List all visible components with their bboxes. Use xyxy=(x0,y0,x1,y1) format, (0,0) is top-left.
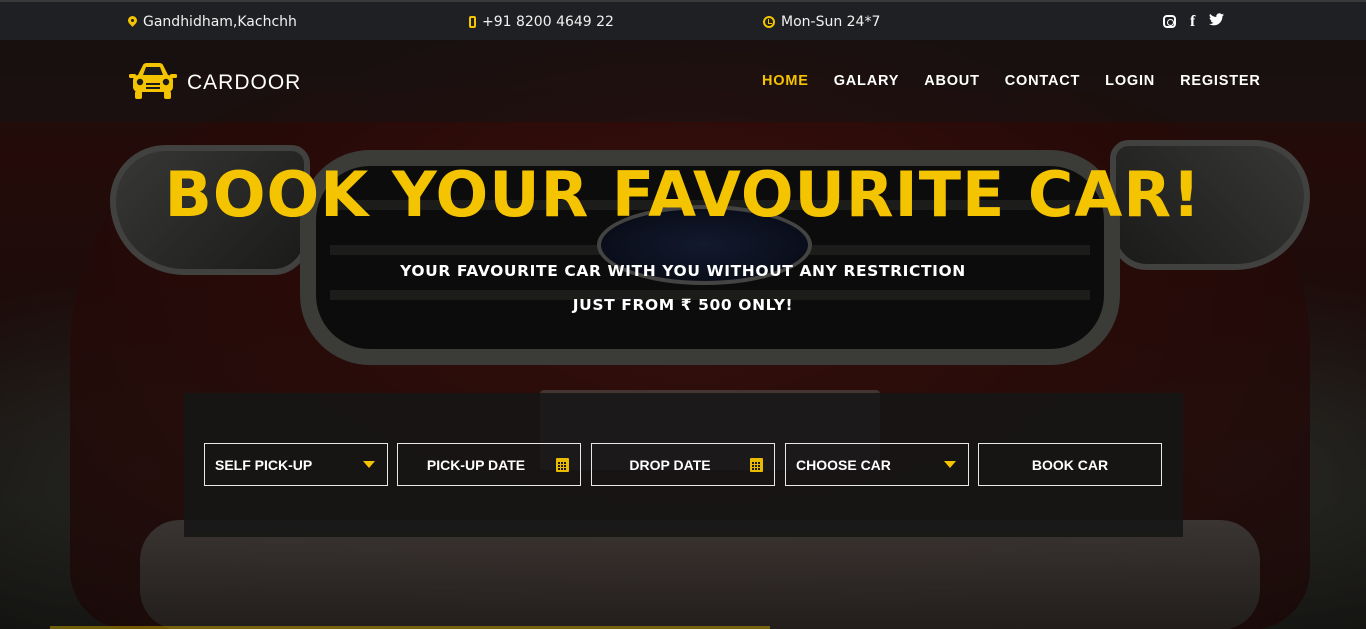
brand-logo[interactable]: CARDOOR xyxy=(128,62,301,104)
location-text: Gandhidham,Kachchh xyxy=(143,14,297,30)
chevron-down-icon xyxy=(363,461,375,468)
book-car-button[interactable]: BOOK CAR xyxy=(978,443,1162,486)
facebook-icon[interactable]: f xyxy=(1190,13,1195,30)
drop-date-placeholder: DROP DATE xyxy=(629,456,711,473)
pickup-type-value: SELF PICK-UP xyxy=(215,456,313,473)
nav-menu: HOME GALARY ABOUT CONTACT LOGIN REGISTER xyxy=(762,73,1261,89)
calendar-icon xyxy=(556,458,569,472)
main-navbar: CARDOOR HOME GALARY ABOUT CONTACT LOGIN … xyxy=(0,40,1366,122)
hours-info: Mon-Sun 24*7 xyxy=(763,14,880,30)
twitter-icon[interactable] xyxy=(1209,13,1225,30)
book-car-label: BOOK CAR xyxy=(1031,456,1109,473)
drop-date-input[interactable]: DROP DATE xyxy=(591,443,775,486)
hero-title: BOOK YOUR FAVOURITE CAR! xyxy=(164,158,1202,231)
car-select-value: CHOOSE CAR xyxy=(796,456,891,473)
hours-text: Mon-Sun 24*7 xyxy=(781,14,881,30)
nav-galary[interactable]: GALARY xyxy=(834,73,899,89)
booking-form: SELF PICK-UP PICK-UP DATE DROP DATE CHOO… xyxy=(184,393,1183,537)
pickup-date-placeholder: PICK-UP DATE xyxy=(426,456,526,473)
instagram-icon[interactable] xyxy=(1163,15,1176,28)
brand-name: CARDOOR xyxy=(187,71,302,94)
hero-subtitle: YOUR FAVOURITE CAR WITH YOU WITHOUT ANY … xyxy=(400,262,966,280)
clock-icon xyxy=(763,16,775,28)
top-info-bar: Gandhidham,Kachchh +91 8200 4649 22 Mon-… xyxy=(0,0,1366,40)
phone-icon xyxy=(469,16,476,28)
map-pin-icon xyxy=(128,16,137,28)
phone-text[interactable]: +91 8200 4649 22 xyxy=(482,14,614,30)
location-info: Gandhidham,Kachchh xyxy=(128,14,297,30)
social-links: f xyxy=(1163,13,1225,30)
nav-about[interactable]: ABOUT xyxy=(924,73,980,89)
phone-info: +91 8200 4649 22 xyxy=(469,14,614,30)
nav-login[interactable]: LOGIN xyxy=(1105,73,1155,89)
nav-register[interactable]: REGISTER xyxy=(1180,73,1261,89)
nav-home[interactable]: HOME xyxy=(762,73,809,89)
chevron-down-icon xyxy=(944,461,956,468)
calendar-icon xyxy=(750,458,763,472)
pickup-type-select[interactable]: SELF PICK-UP xyxy=(204,443,388,486)
nav-contact[interactable]: CONTACT xyxy=(1005,73,1080,89)
car-select[interactable]: CHOOSE CAR xyxy=(785,443,969,486)
pickup-date-input[interactable]: PICK-UP DATE xyxy=(397,443,581,486)
car-logo-icon xyxy=(128,62,178,104)
hero-price-line: JUST FROM ₹ 500 ONLY! xyxy=(572,296,794,314)
